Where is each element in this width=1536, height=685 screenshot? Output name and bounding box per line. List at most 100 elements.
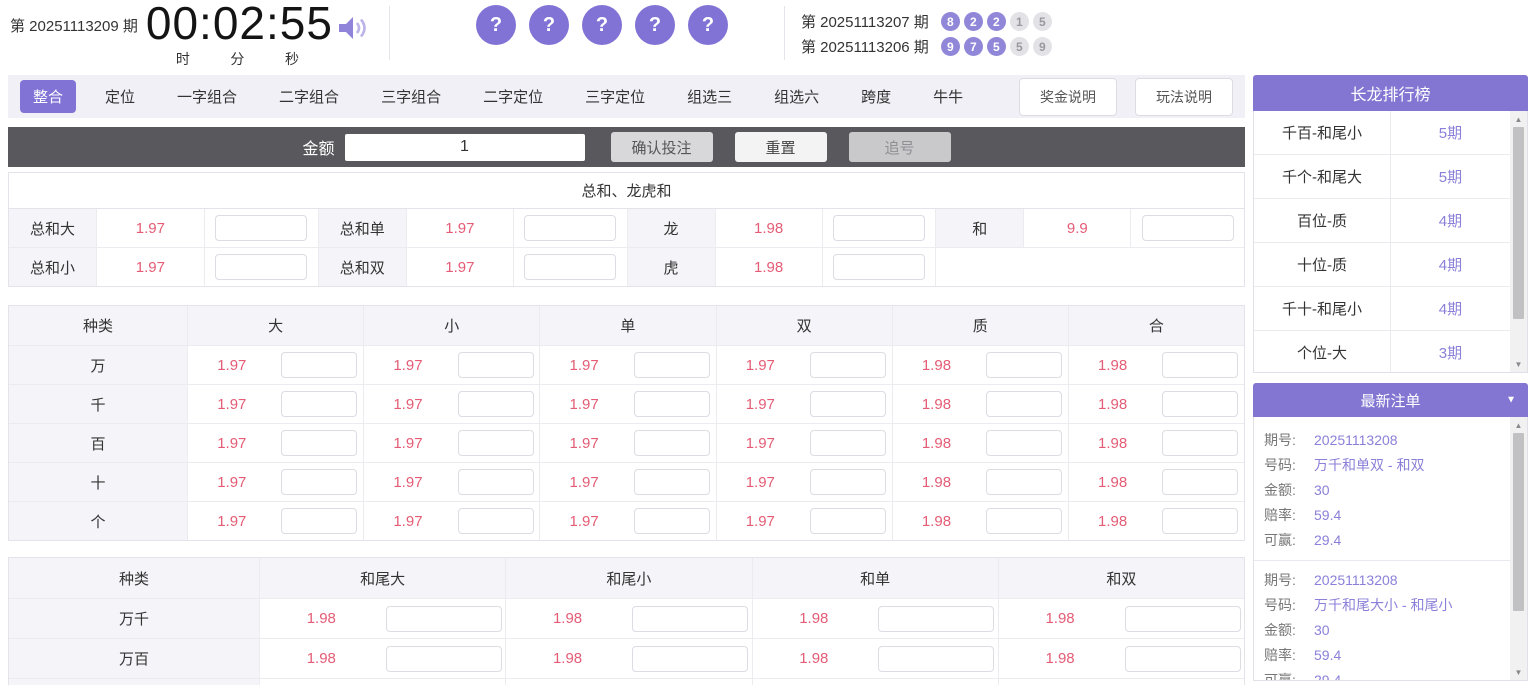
odds-value[interactable]: 1.97 bbox=[188, 424, 276, 462]
help-button[interactable]: ? bbox=[688, 5, 728, 45]
bet-amount-input[interactable] bbox=[281, 352, 357, 378]
odds-value[interactable]: 1.97 bbox=[188, 346, 276, 384]
scroll-thumb[interactable] bbox=[1513, 433, 1524, 611]
odds-value[interactable]: 1.97 bbox=[540, 424, 628, 462]
bet-amount-input[interactable] bbox=[1162, 352, 1238, 378]
odds-value[interactable]: 1.97 bbox=[364, 502, 452, 540]
odds-value[interactable]: 1.97 bbox=[407, 209, 514, 247]
tab-item[interactable]: 二字组合 bbox=[266, 80, 352, 113]
odds-value[interactable]: 1.97 bbox=[97, 209, 205, 247]
bet-amount-input[interactable] bbox=[986, 430, 1062, 456]
tab-item[interactable]: 组选六 bbox=[761, 80, 832, 113]
bet-amount-input[interactable] bbox=[878, 606, 994, 632]
odds-value[interactable]: 1.98 bbox=[506, 679, 629, 685]
odds-value[interactable]: 1.97 bbox=[717, 502, 805, 540]
amount-input[interactable] bbox=[345, 134, 585, 161]
bet-amount-input[interactable] bbox=[215, 254, 307, 280]
bet-amount-input[interactable] bbox=[634, 391, 710, 417]
bet-amount-input[interactable] bbox=[810, 352, 886, 378]
odds-value[interactable]: 1.97 bbox=[364, 424, 452, 462]
odds-value[interactable]: 1.98 bbox=[999, 679, 1122, 685]
bet-amount-input[interactable] bbox=[634, 469, 710, 495]
bet-amount-input[interactable] bbox=[634, 352, 710, 378]
odds-value[interactable]: 1.97 bbox=[717, 385, 805, 423]
tab-item[interactable]: 三字定位 bbox=[572, 80, 658, 113]
dragon-list-item[interactable]: 十位-质4期 bbox=[1254, 243, 1510, 287]
odds-value[interactable]: 1.97 bbox=[188, 385, 276, 423]
dragon-scrollbar[interactable]: ▲ ▼ bbox=[1510, 111, 1527, 372]
bet-amount-input[interactable] bbox=[386, 646, 502, 672]
bet-amount-input[interactable] bbox=[632, 606, 748, 632]
sound-icon[interactable] bbox=[337, 14, 369, 47]
bet-amount-input[interactable] bbox=[281, 508, 357, 534]
help-button[interactable]: ? bbox=[476, 5, 516, 45]
bet-amount-input[interactable] bbox=[1142, 215, 1234, 241]
bet-amount-input[interactable] bbox=[634, 508, 710, 534]
odds-value[interactable]: 1.97 bbox=[540, 463, 628, 501]
orders-scrollbar[interactable]: ▲ ▼ bbox=[1510, 417, 1527, 680]
odds-value[interactable]: 1.98 bbox=[893, 463, 981, 501]
tab-item[interactable]: 跨度 bbox=[848, 80, 904, 113]
odds-value[interactable]: 1.98 bbox=[893, 424, 981, 462]
tab-item[interactable]: 牛牛 bbox=[920, 80, 976, 113]
odds-value[interactable]: 1.98 bbox=[753, 599, 876, 638]
bet-amount-input[interactable] bbox=[281, 391, 357, 417]
dragon-list-item[interactable]: 千个-和尾大5期 bbox=[1254, 155, 1510, 199]
odds-value[interactable]: 1.98 bbox=[999, 639, 1122, 678]
tab-item[interactable]: 定位 bbox=[92, 80, 148, 113]
odds-value[interactable]: 1.97 bbox=[364, 346, 452, 384]
tab-item[interactable]: 整合 bbox=[20, 80, 76, 113]
odds-value[interactable]: 1.98 bbox=[506, 639, 629, 678]
bet-amount-input[interactable] bbox=[386, 606, 502, 632]
bet-amount-input[interactable] bbox=[1162, 391, 1238, 417]
odds-value[interactable]: 1.97 bbox=[717, 463, 805, 501]
bet-amount-input[interactable] bbox=[458, 508, 534, 534]
odds-value[interactable]: 1.97 bbox=[364, 463, 452, 501]
odds-value[interactable]: 1.98 bbox=[893, 385, 981, 423]
bet-amount-input[interactable] bbox=[281, 430, 357, 456]
odds-value[interactable]: 1.97 bbox=[364, 385, 452, 423]
tab-item[interactable]: 一字组合 bbox=[164, 80, 250, 113]
odds-value[interactable]: 1.97 bbox=[540, 502, 628, 540]
bet-amount-input[interactable] bbox=[810, 508, 886, 534]
bet-amount-input[interactable] bbox=[833, 254, 925, 280]
help-button[interactable]: ? bbox=[529, 5, 569, 45]
bet-amount-input[interactable] bbox=[986, 391, 1062, 417]
odds-value[interactable]: 1.98 bbox=[1069, 502, 1157, 540]
odds-value[interactable]: 1.98 bbox=[1069, 385, 1157, 423]
collapse-caret-icon[interactable]: ▼ bbox=[1506, 395, 1516, 406]
odds-value[interactable]: 1.98 bbox=[716, 248, 823, 286]
odds-value[interactable]: 1.98 bbox=[753, 639, 876, 678]
tab-item[interactable]: 三字组合 bbox=[368, 80, 454, 113]
odds-value[interactable]: 1.98 bbox=[999, 599, 1122, 638]
odds-value[interactable]: 1.98 bbox=[260, 679, 383, 685]
odds-value[interactable]: 1.97 bbox=[407, 248, 514, 286]
chase-number-button[interactable]: 追号 bbox=[849, 132, 951, 162]
odds-value[interactable]: 1.97 bbox=[97, 248, 205, 286]
bet-amount-input[interactable] bbox=[986, 352, 1062, 378]
bet-amount-input[interactable] bbox=[458, 430, 534, 456]
odds-value[interactable]: 1.98 bbox=[893, 346, 981, 384]
tab-item[interactable]: 组选三 bbox=[674, 80, 745, 113]
bet-amount-input[interactable] bbox=[986, 469, 1062, 495]
scroll-thumb[interactable] bbox=[1513, 127, 1524, 319]
bet-amount-input[interactable] bbox=[215, 215, 307, 241]
bonus-info-button[interactable]: 奖金说明 bbox=[1019, 78, 1117, 116]
bet-amount-input[interactable] bbox=[1162, 508, 1238, 534]
bet-amount-input[interactable] bbox=[524, 254, 616, 280]
dragon-list-item[interactable]: 千百-和尾小5期 bbox=[1254, 111, 1510, 155]
dragon-list-item[interactable]: 百位-质4期 bbox=[1254, 199, 1510, 243]
scroll-down-icon[interactable]: ▼ bbox=[1510, 664, 1527, 680]
scroll-up-icon[interactable]: ▲ bbox=[1510, 417, 1527, 433]
bet-amount-input[interactable] bbox=[281, 469, 357, 495]
bet-amount-input[interactable] bbox=[878, 646, 994, 672]
odds-value[interactable]: 1.98 bbox=[506, 599, 629, 638]
rules-info-button[interactable]: 玩法说明 bbox=[1135, 78, 1233, 116]
scroll-up-icon[interactable]: ▲ bbox=[1510, 111, 1527, 127]
odds-value[interactable]: 1.98 bbox=[1069, 346, 1157, 384]
odds-value[interactable]: 1.98 bbox=[893, 502, 981, 540]
odds-value[interactable]: 1.98 bbox=[1069, 463, 1157, 501]
dragon-list-item[interactable]: 千十-和尾小4期 bbox=[1254, 287, 1510, 331]
help-button[interactable]: ? bbox=[635, 5, 675, 45]
bet-amount-input[interactable] bbox=[1162, 469, 1238, 495]
